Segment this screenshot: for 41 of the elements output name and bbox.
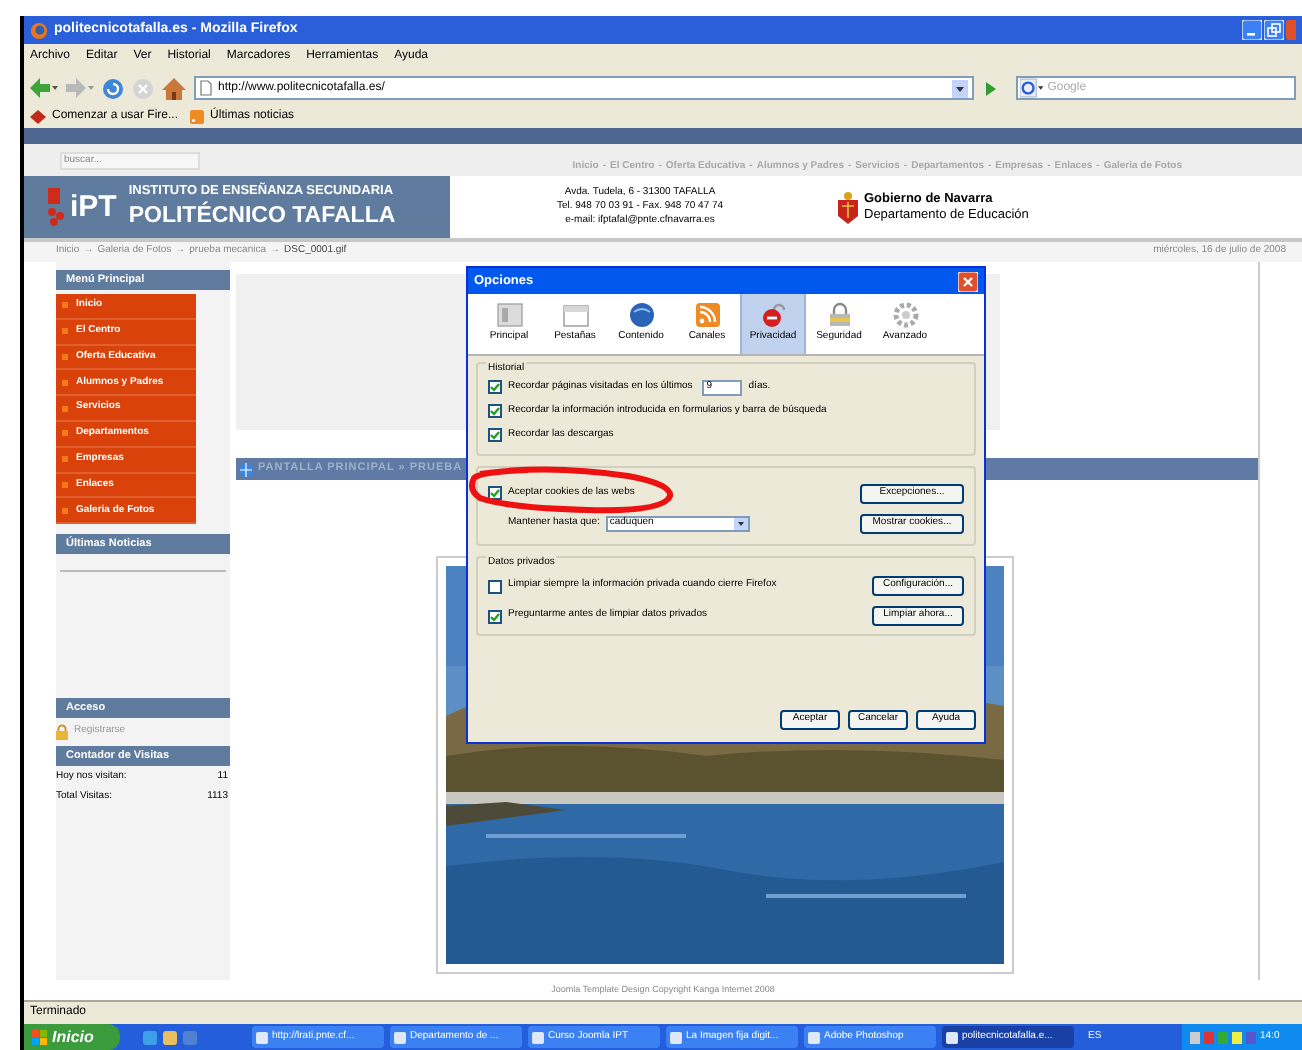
- page-icon: [200, 80, 212, 96]
- back-icon[interactable]: [30, 78, 58, 98]
- globe-icon: [238, 461, 254, 477]
- gear-icon: [891, 302, 919, 329]
- firefox-icon: [30, 21, 48, 39]
- minimize-icon[interactable]: [1242, 20, 1262, 40]
- go-icon[interactable]: [982, 79, 1000, 97]
- logo-text: iPT: [70, 192, 117, 222]
- home-icon[interactable]: [162, 77, 186, 99]
- window-icon: [532, 1031, 544, 1043]
- checkbox[interactable]: [488, 609, 502, 623]
- start-button[interactable]: Inicio: [24, 1024, 120, 1050]
- logo-icon: [44, 187, 68, 227]
- checkbox[interactable]: [488, 579, 502, 593]
- checkbox[interactable]: [488, 404, 502, 418]
- lock-icon: [56, 724, 68, 741]
- tabs-icon: [561, 302, 589, 329]
- window-icon: [495, 302, 523, 329]
- checkbox[interactable]: [488, 380, 502, 394]
- window-icon: [256, 1031, 268, 1043]
- window-icon: [670, 1031, 682, 1043]
- rss-icon: [693, 302, 721, 329]
- dropdown-icon[interactable]: [952, 79, 968, 97]
- bookmark-icon: [30, 110, 46, 124]
- padlock-icon: [825, 302, 853, 329]
- close-icon[interactable]: [958, 271, 978, 291]
- search-engine-icon[interactable]: [1020, 78, 1044, 98]
- checkbox[interactable]: [488, 428, 502, 442]
- window-icon: [946, 1031, 958, 1043]
- windows-logo-icon: [32, 1029, 48, 1045]
- globe-icon: [627, 302, 655, 329]
- reload-icon[interactable]: [102, 77, 124, 99]
- lock-icon: [759, 302, 787, 329]
- window-icon: [808, 1031, 820, 1043]
- coat-of-arms-icon: [838, 191, 858, 223]
- restore-icon[interactable]: [1264, 20, 1284, 40]
- caret-icon: [733, 517, 748, 529]
- checkbox[interactable]: [488, 486, 502, 500]
- school-name: POLITÉCNICO TAFALLA: [128, 202, 396, 232]
- window-icon: [394, 1031, 406, 1043]
- rss-icon: [190, 110, 205, 124]
